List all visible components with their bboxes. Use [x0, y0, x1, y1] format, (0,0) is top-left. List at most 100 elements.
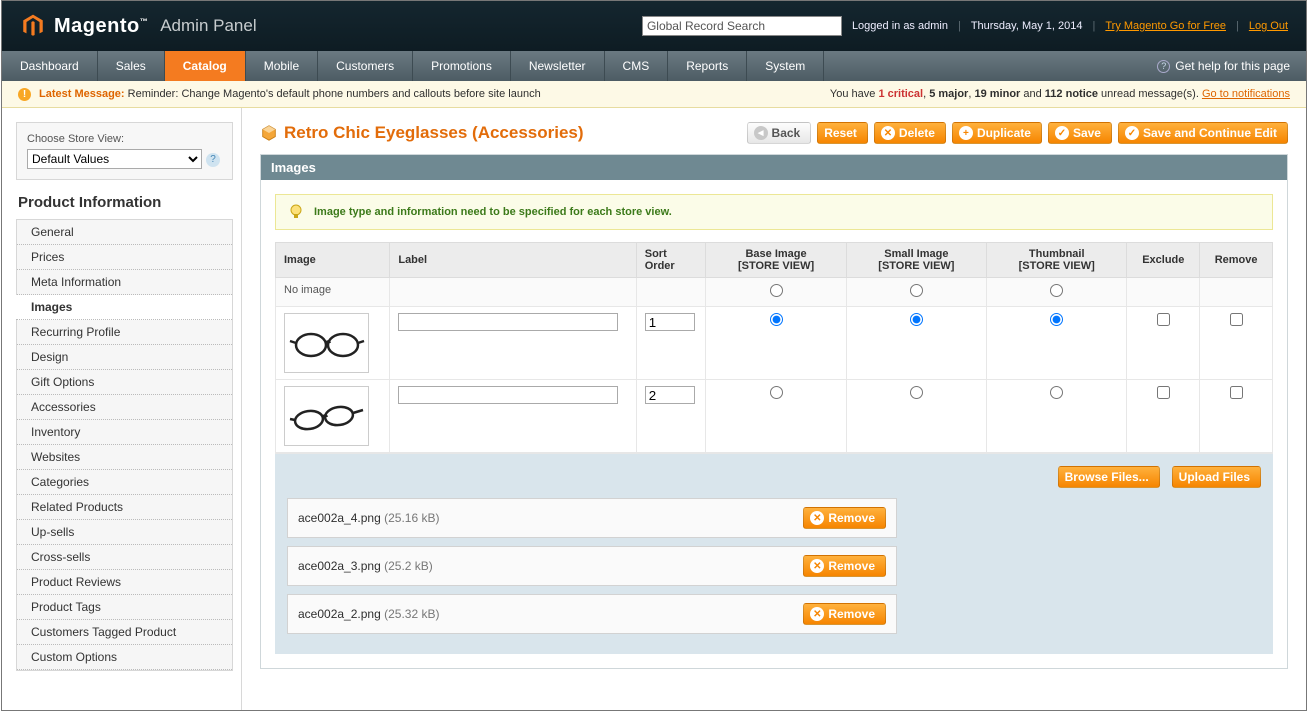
remove-icon: ✕ — [810, 607, 824, 621]
back-button[interactable]: ◄Back — [747, 122, 812, 144]
nav-sales[interactable]: Sales — [98, 51, 165, 81]
tab-related-products[interactable]: Related Products — [17, 495, 232, 520]
duplicate-icon: + — [959, 126, 973, 140]
nav-catalog[interactable]: Catalog — [165, 51, 246, 81]
delete-icon: ✕ — [881, 126, 895, 140]
nav-customers[interactable]: Customers — [318, 51, 413, 81]
tab-design[interactable]: Design — [17, 345, 232, 370]
reset-button[interactable]: Reset — [817, 122, 868, 144]
nav-cms[interactable]: CMS — [605, 51, 669, 81]
nav-dashboard[interactable]: Dashboard — [2, 51, 98, 81]
image-row — [276, 380, 1273, 453]
small-radio-noimage[interactable] — [910, 284, 923, 297]
global-search-input[interactable] — [642, 16, 842, 36]
file-size: (25.16 kB) — [384, 511, 439, 525]
col-label: Label — [390, 243, 636, 278]
file-remove-button[interactable]: ✕Remove — [803, 507, 886, 529]
sort-order-input[interactable] — [645, 386, 695, 404]
nav-mobile[interactable]: Mobile — [246, 51, 318, 81]
tab-up-sells[interactable]: Up-sells — [17, 520, 232, 545]
file-remove-button[interactable]: ✕Remove — [803, 603, 886, 625]
exclude-checkbox[interactable] — [1157, 313, 1170, 326]
warning-icon: ! — [18, 88, 31, 101]
save-button[interactable]: ✓Save — [1048, 122, 1112, 144]
header: Magento™ Admin Panel Logged in as admin … — [2, 1, 1306, 51]
thumb-radio[interactable] — [1050, 386, 1063, 399]
save-icon: ✓ — [1055, 126, 1069, 140]
label-input[interactable] — [398, 313, 618, 331]
remove-checkbox[interactable] — [1230, 386, 1243, 399]
nav-promotions[interactable]: Promotions — [413, 51, 511, 81]
sidebar: Choose Store View: Default Values ? Prod… — [2, 108, 242, 711]
tab-accessories[interactable]: Accessories — [17, 395, 232, 420]
small-radio[interactable] — [910, 313, 923, 326]
tab-recurring-profile[interactable]: Recurring Profile — [17, 320, 232, 345]
nav-newsletter[interactable]: Newsletter — [511, 51, 605, 81]
image-row — [276, 307, 1273, 380]
tab-inventory[interactable]: Inventory — [17, 420, 232, 445]
tab-websites[interactable]: Websites — [17, 445, 232, 470]
images-table: Image Label Sort Order Base Image[STORE … — [275, 242, 1273, 453]
no-image-cell: No image — [276, 278, 390, 307]
goto-notifications-link[interactable]: Go to notifications — [1202, 88, 1290, 100]
nav-help-label: Get help for this page — [1175, 59, 1290, 73]
tab-gift-options[interactable]: Gift Options — [17, 370, 232, 395]
duplicate-button[interactable]: +Duplicate — [952, 122, 1042, 144]
col-small: Small Image[STORE VIEW] — [846, 243, 986, 278]
tab-customers-tagged[interactable]: Customers Tagged Product — [17, 620, 232, 645]
latest-message-text: Reminder: Change Magento's default phone… — [125, 88, 541, 100]
back-icon: ◄ — [754, 126, 768, 140]
small-radio[interactable] — [910, 386, 923, 399]
product-icon — [260, 124, 278, 142]
logo: Magento™ Admin Panel — [20, 13, 257, 39]
lightbulb-icon — [288, 204, 304, 220]
message-summary: You have 1 critical, 5 major, 19 minor a… — [830, 88, 1290, 100]
try-magento-link[interactable]: Try Magento Go for Free — [1105, 20, 1226, 32]
tab-categories[interactable]: Categories — [17, 470, 232, 495]
panel-heading: Images — [261, 155, 1287, 180]
tab-general[interactable]: General — [17, 220, 232, 245]
nav-help[interactable]: ? Get help for this page — [1141, 51, 1306, 81]
base-radio-noimage[interactable] — [770, 284, 783, 297]
nav-system[interactable]: System — [747, 51, 824, 81]
save-continue-icon: ✓ — [1125, 126, 1139, 140]
thumb-radio[interactable] — [1050, 313, 1063, 326]
title-bar: Retro Chic Eyeglasses (Accessories) ◄Bac… — [260, 122, 1288, 144]
tab-product-tags[interactable]: Product Tags — [17, 595, 232, 620]
latest-message-label: Latest Message: — [39, 88, 125, 100]
tab-prices[interactable]: Prices — [17, 245, 232, 270]
tab-product-reviews[interactable]: Product Reviews — [17, 570, 232, 595]
image-thumbnail[interactable] — [284, 313, 369, 373]
logged-in-text: Logged in as admin — [852, 20, 948, 32]
store-view-select[interactable]: Default Values — [27, 149, 202, 169]
sort-order-input[interactable] — [645, 313, 695, 331]
remove-icon: ✕ — [810, 559, 824, 573]
sidebar-heading: Product Information — [18, 194, 233, 211]
file-size: (25.32 kB) — [384, 607, 439, 621]
nav-reports[interactable]: Reports — [668, 51, 747, 81]
remove-checkbox[interactable] — [1230, 313, 1243, 326]
col-base: Base Image[STORE VIEW] — [706, 243, 846, 278]
save-continue-button[interactable]: ✓Save and Continue Edit — [1118, 122, 1288, 144]
col-remove: Remove — [1200, 243, 1273, 278]
tab-custom-options[interactable]: Custom Options — [17, 645, 232, 670]
thumb-radio-noimage[interactable] — [1050, 284, 1063, 297]
file-remove-button[interactable]: ✕Remove — [803, 555, 886, 577]
base-radio[interactable] — [770, 386, 783, 399]
help-icon: ? — [1157, 60, 1170, 73]
tab-meta-information[interactable]: Meta Information — [17, 270, 232, 295]
base-radio[interactable] — [770, 313, 783, 326]
tab-cross-sells[interactable]: Cross-sells — [17, 545, 232, 570]
label-input[interactable] — [398, 386, 618, 404]
exclude-checkbox[interactable] — [1157, 386, 1170, 399]
logout-link[interactable]: Log Out — [1249, 20, 1288, 32]
delete-button[interactable]: ✕Delete — [874, 122, 946, 144]
upload-files-button[interactable]: Upload Files — [1172, 466, 1261, 488]
image-thumbnail[interactable] — [284, 386, 369, 446]
row-no-image: No image — [276, 278, 1273, 307]
file-size: (25.2 kB) — [384, 559, 433, 573]
store-help-icon[interactable]: ? — [206, 153, 220, 167]
images-panel: Images Image type and information need t… — [260, 154, 1288, 669]
browse-files-button[interactable]: Browse Files... — [1058, 466, 1160, 488]
tab-images[interactable]: Images — [16, 295, 232, 320]
